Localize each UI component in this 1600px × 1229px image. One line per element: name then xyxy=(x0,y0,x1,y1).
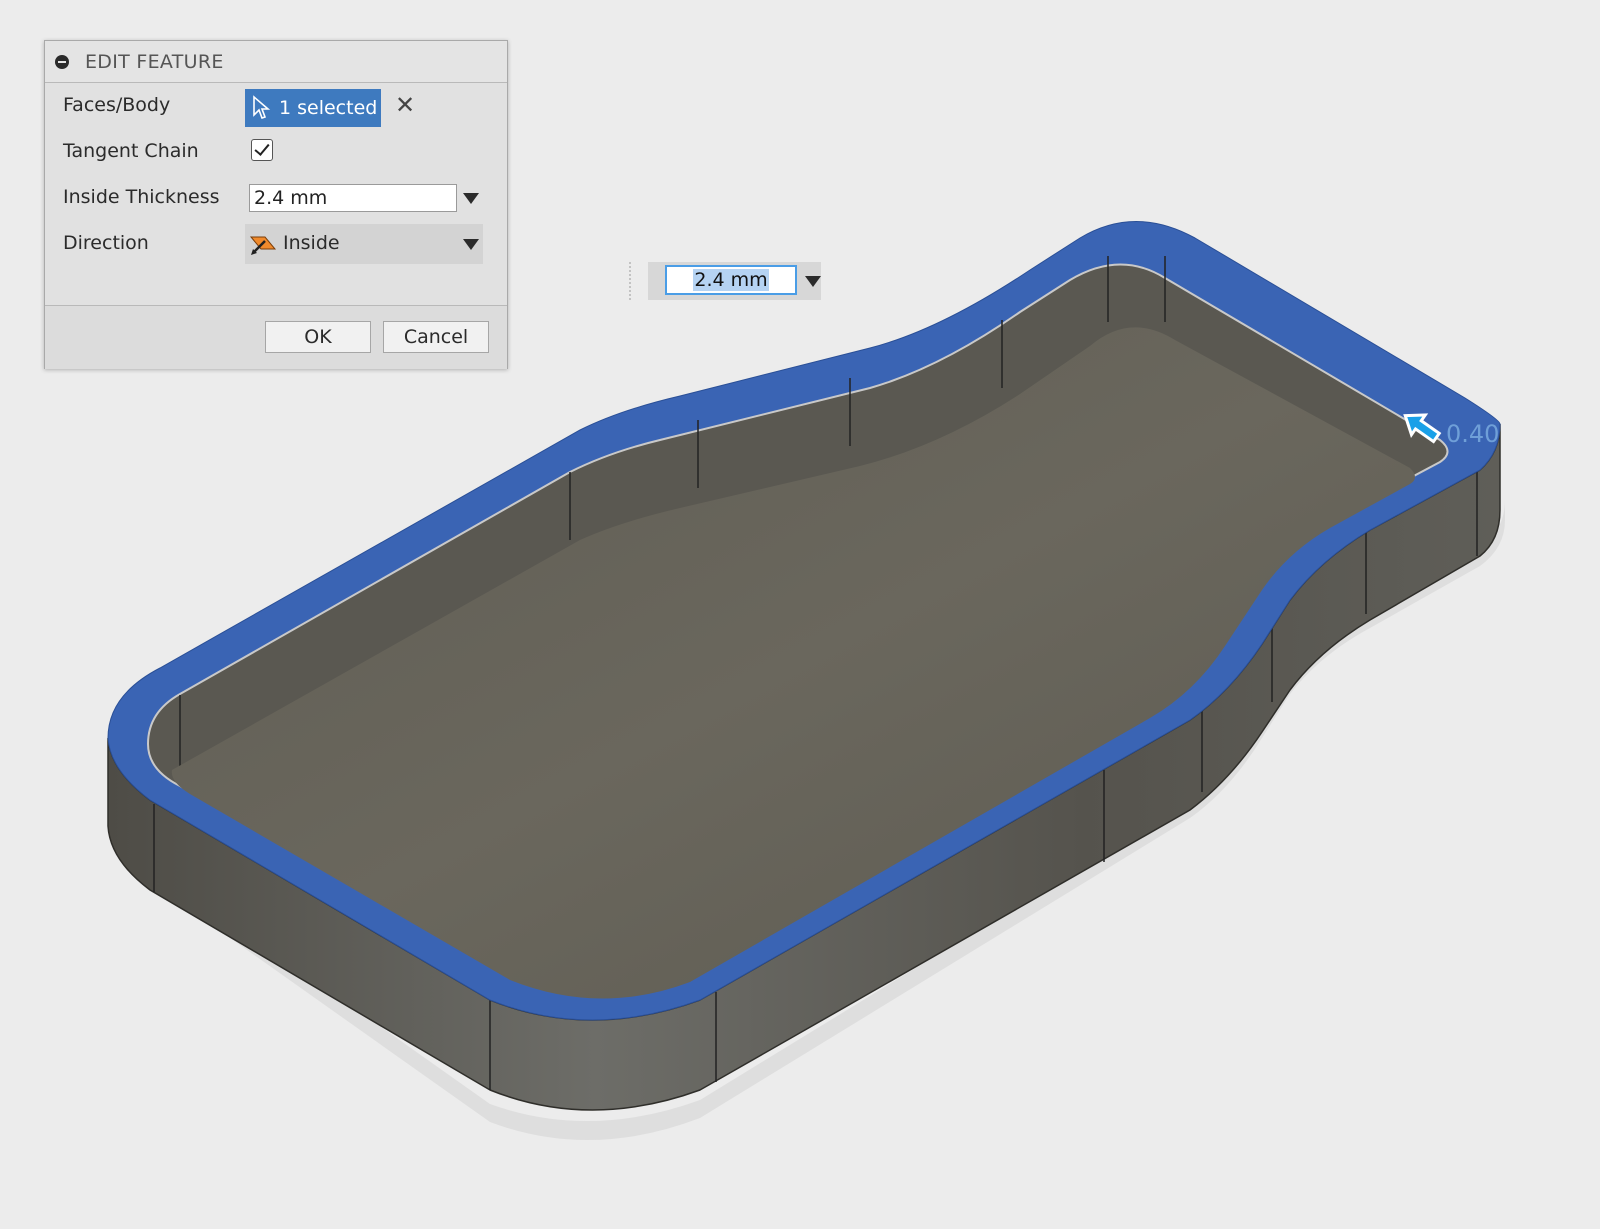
tangent-chain-checkbox[interactable] xyxy=(251,139,273,161)
clear-selection-icon[interactable]: ✕ xyxy=(395,91,415,119)
dialog-header: EDIT FEATURE xyxy=(45,41,507,83)
collapse-icon[interactable] xyxy=(55,54,69,69)
selection-count: 1 selected xyxy=(279,97,378,119)
angle-readout: 0.40 xyxy=(1446,420,1500,448)
faces-body-row: Faces/Body 1 selected ✕ xyxy=(45,86,507,127)
faces-body-label: Faces/Body xyxy=(63,94,171,116)
direction-dropdown[interactable]: Inside xyxy=(245,224,483,264)
direction-inside-icon xyxy=(249,236,277,255)
direction-label: Direction xyxy=(63,232,149,254)
pointer-icon xyxy=(253,95,271,120)
canvas-dropdown-icon[interactable] xyxy=(805,276,821,287)
faces-body-select-button[interactable]: 1 selected xyxy=(245,89,381,127)
direction-row: Direction Inside xyxy=(45,224,507,264)
dialog-footer: OK Cancel xyxy=(45,305,507,369)
edit-feature-dialog: EDIT FEATURE Faces/Body 1 selected ✕ Tan… xyxy=(44,40,508,369)
direction-value: Inside xyxy=(283,232,340,254)
direction-dropdown-icon xyxy=(463,239,479,250)
canvas-input-grip[interactable] xyxy=(629,262,639,300)
tangent-chain-row: Tangent Chain xyxy=(45,132,507,172)
dialog-title: EDIT FEATURE xyxy=(85,50,224,73)
inside-thickness-label: Inside Thickness xyxy=(63,186,220,208)
ok-button[interactable]: OK xyxy=(265,321,371,353)
thickness-dropdown-icon[interactable] xyxy=(463,193,479,204)
cancel-button[interactable]: Cancel xyxy=(383,321,489,353)
inside-thickness-input[interactable]: 2.4 mm xyxy=(249,184,457,212)
canvas-thickness-widget: 2.4 mm xyxy=(648,262,821,300)
canvas-thickness-value: 2.4 mm xyxy=(693,269,769,291)
tangent-chain-label: Tangent Chain xyxy=(63,140,199,162)
canvas-thickness-input[interactable]: 2.4 mm xyxy=(665,265,797,295)
inside-thickness-row: Inside Thickness 2.4 mm xyxy=(45,182,507,222)
